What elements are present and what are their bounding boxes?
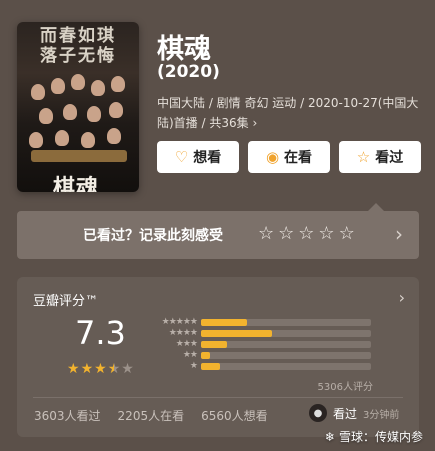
watched-count[interactable]: 3603人看过 <box>34 407 101 424</box>
star-icon: ☆ <box>356 147 371 166</box>
watched-label: 看过 <box>375 150 404 166</box>
bar-track <box>201 341 371 348</box>
douban-rating-card[interactable]: 豆瓣评分™ › 7.3 ★ ★ ★ ★ ★ ★★★★★ ★★★★ ★★★ ★★ ★ 53… <box>17 277 419 437</box>
want-count[interactable]: 6560人想看 <box>201 407 268 424</box>
watching-label: 在看 <box>284 150 313 166</box>
watched-button[interactable]: ☆ 看过 <box>339 141 421 173</box>
page-title: 棋魂 <box>157 34 211 65</box>
bar-fill <box>201 363 220 370</box>
rate-star-2[interactable]: ☆ <box>278 223 294 245</box>
chevron-right-icon[interactable]: › <box>399 288 405 307</box>
rating-bar-row: ★★★★ <box>151 328 375 339</box>
target-icon: ◉ <box>265 147 280 166</box>
record-feeling-banner[interactable]: 已看过？记录此刻感受 ☆ ☆ ☆ ☆ ☆ › <box>17 203 419 259</box>
watermark-text: 雪球：传媒内参 <box>338 430 423 444</box>
bar-fill <box>201 352 210 359</box>
bar-track <box>201 352 371 359</box>
rating-score: 7.3 <box>75 314 126 352</box>
bar-fill <box>201 341 227 348</box>
rate-star-1[interactable]: ☆ <box>258 223 274 245</box>
want-label: 想看 <box>193 150 222 166</box>
bar-star-label: ★★★★ <box>168 328 198 338</box>
score-stars: ★ ★ ★ ★ ★ <box>67 361 134 377</box>
record-label: 已看过？记录此刻感受 <box>83 228 223 244</box>
poster-tagline-line2: 落子无悔 <box>40 46 116 66</box>
rating-bar-row: ★★ <box>151 350 375 361</box>
score-star: ★ <box>67 361 80 377</box>
bar-star-label: ★ <box>189 361 198 371</box>
friend-activity[interactable]: ● 看过 3分钟前 <box>309 404 399 422</box>
friend-time: 3分钟前 <box>363 409 400 421</box>
poster-tagline: 而春如琪 落子无悔 <box>17 26 139 66</box>
rating-header: 豆瓣评分™ <box>33 294 99 309</box>
add-heart-icon: ♡ <box>174 147 189 166</box>
bar-track <box>201 330 371 337</box>
bar-star-label: ★★★★★ <box>161 317 198 327</box>
bar-fill <box>201 319 247 326</box>
poster-image[interactable]: 而春如琪 落子无悔 棋魂 <box>17 22 139 192</box>
score-star: ★ <box>94 361 107 377</box>
banner-pointer <box>368 203 384 211</box>
release-year: (2020) <box>157 62 220 82</box>
rating-distribution: ★★★★★ ★★★★ ★★★ ★★ ★ <box>151 317 375 372</box>
rating-bar-row: ★★★★★ <box>151 317 375 328</box>
rate-star-3[interactable]: ☆ <box>298 223 314 245</box>
friend-action: 看过 <box>333 406 358 421</box>
rate-star-5[interactable]: ☆ <box>339 223 355 245</box>
rating-bar-row: ★ <box>151 361 375 372</box>
bar-star-label: ★★★ <box>175 339 198 349</box>
avatar: ● <box>309 404 327 422</box>
bar-track <box>201 363 371 370</box>
divider <box>33 397 403 398</box>
score-star: ★ <box>107 361 121 377</box>
snowball-logo-icon: ❄ <box>324 429 335 444</box>
want-to-watch-button[interactable]: ♡ 想看 <box>157 141 239 173</box>
poster-title: 棋魂 <box>53 175 100 192</box>
action-buttons: ♡ 想看 ◉ 在看 ☆ 看过 <box>157 141 421 173</box>
bar-fill <box>201 330 273 337</box>
bar-star-label: ★★ <box>182 350 198 360</box>
rating-count: 5306人评分 <box>317 382 373 393</box>
rate-star-4[interactable]: ☆ <box>318 223 334 245</box>
poster-tagline-line1: 而春如琪 <box>40 26 116 46</box>
chevron-right-icon[interactable]: › <box>395 222 403 246</box>
bar-track <box>201 319 371 326</box>
score-star: ★ <box>121 361 134 377</box>
watching-count[interactable]: 2205人在看 <box>118 407 185 424</box>
rating-bar-row: ★★★ <box>151 339 375 350</box>
watching-button[interactable]: ◉ 在看 <box>248 141 330 173</box>
record-star-rating[interactable]: ☆ ☆ ☆ ☆ ☆ <box>258 223 355 245</box>
score-star: ★ <box>80 361 94 377</box>
movie-meta[interactable]: 中国大陆 / 剧情 奇幻 运动 / 2020-10-27(中国大陆)首播 / 共… <box>157 93 419 133</box>
watch-stats: 3603人看过 2205人在看 6560人想看 <box>34 407 268 424</box>
poster-go-board <box>31 150 127 162</box>
watermark: ❄ 雪球：传媒内参 <box>325 428 423 445</box>
